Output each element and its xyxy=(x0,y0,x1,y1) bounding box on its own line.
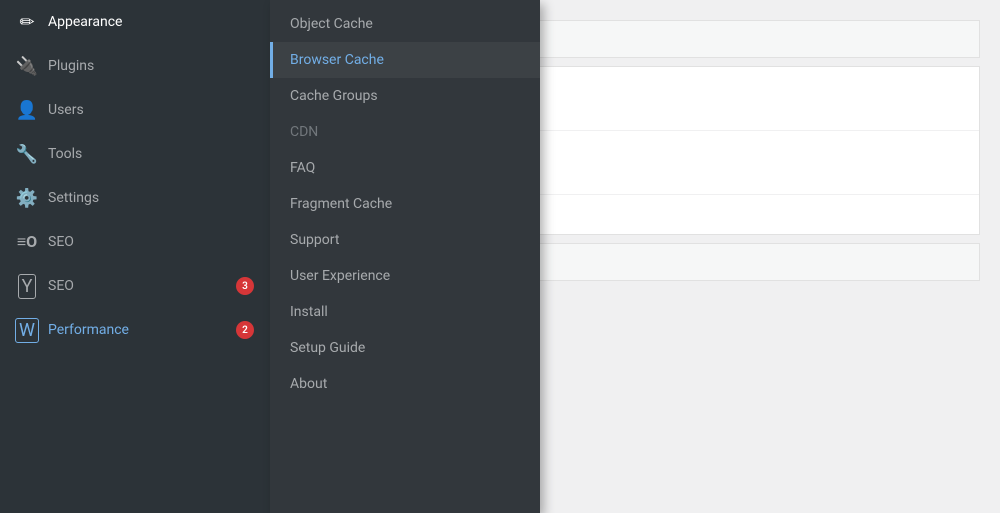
install-label: Install xyxy=(290,304,328,320)
about-label: About xyxy=(290,376,327,392)
plugins-label: Plugins xyxy=(48,58,254,74)
performance-icon-wrap: W xyxy=(16,319,38,341)
support-label: Support xyxy=(290,232,339,248)
dropdown-item-object-cache[interactable]: Object Cache xyxy=(270,6,540,42)
appearance-icon-wrap: ✏ xyxy=(16,11,38,33)
setup-guide-label: Setup Guide xyxy=(290,340,365,356)
dropdown-item-faq[interactable]: FAQ xyxy=(270,150,540,186)
dropdown-item-cache-groups[interactable]: Cache Groups xyxy=(270,78,540,114)
seo2-icon: Y xyxy=(18,274,37,299)
seo-label: SEO xyxy=(48,234,254,250)
seo2-icon-wrap: Y xyxy=(16,275,38,297)
appearance-icon: ✏ xyxy=(19,12,34,33)
performance-label: Performance xyxy=(48,322,226,338)
seo-icon: ≡O xyxy=(17,232,37,252)
fragment-cache-label: Fragment Cache xyxy=(290,196,392,212)
sidebar-item-performance[interactable]: W Performance 2 xyxy=(0,308,270,352)
users-icon: 👤 xyxy=(16,100,38,121)
performance-icon: W xyxy=(15,318,39,343)
settings-label: Settings xyxy=(48,190,254,206)
faq-label: FAQ xyxy=(290,160,315,176)
tools-icon-wrap: 🔧 xyxy=(16,143,38,165)
performance-badge: 2 xyxy=(236,321,254,339)
seo-icon-wrap: ≡O xyxy=(16,231,38,253)
sidebar-item-tools[interactable]: 🔧 Tools xyxy=(0,132,270,176)
dropdown-item-fragment-cache[interactable]: Fragment Cache xyxy=(270,186,540,222)
plugins-icon-wrap: 🔌 xyxy=(16,55,38,77)
browser-cache-label: Browser Cache xyxy=(290,52,384,68)
settings-icon-wrap: ⚙️ xyxy=(16,187,38,209)
sidebar: ✏ Appearance 🔌 Plugins 👤 Users 🔧 Tools ⚙… xyxy=(0,0,270,513)
submenu-dropdown: Object Cache Browser Cache Cache Groups CDN… xyxy=(270,0,540,513)
tools-icon: 🔧 xyxy=(16,144,38,165)
object-cache-label: Object Cache xyxy=(290,16,373,32)
sidebar-item-users[interactable]: 👤 Users xyxy=(0,88,270,132)
cache-groups-label: Cache Groups xyxy=(290,88,378,104)
dropdown-item-browser-cache[interactable]: Browser Cache xyxy=(270,42,540,78)
user-experience-label: User Experience xyxy=(290,268,390,284)
dropdown-item-cdn[interactable]: CDN xyxy=(270,114,540,150)
users-label: Users xyxy=(48,102,254,118)
sidebar-item-seo[interactable]: ≡O SEO xyxy=(0,220,270,264)
tools-label: Tools xyxy=(48,146,254,162)
users-icon-wrap: 👤 xyxy=(16,99,38,121)
dropdown-item-support[interactable]: Support xyxy=(270,222,540,258)
seo2-badge: 3 xyxy=(236,277,254,295)
settings-icon: ⚙️ xyxy=(16,188,38,209)
sidebar-item-appearance[interactable]: ✏ Appearance xyxy=(0,0,270,44)
appearance-label: Appearance xyxy=(48,14,254,30)
dropdown-item-install[interactable]: Install xyxy=(270,294,540,330)
plugins-icon: 🔌 xyxy=(16,56,38,77)
dropdown-item-user-experience[interactable]: User Experience xyxy=(270,258,540,294)
sidebar-item-seo2[interactable]: Y SEO 3 xyxy=(0,264,270,308)
dropdown-item-setup-guide[interactable]: Setup Guide xyxy=(270,330,540,366)
dropdown-item-about[interactable]: About xyxy=(270,366,540,402)
cdn-label: CDN xyxy=(290,124,318,140)
sidebar-item-plugins[interactable]: 🔌 Plugins xyxy=(0,44,270,88)
sidebar-item-settings[interactable]: ⚙️ Settings xyxy=(0,176,270,220)
seo2-label: SEO xyxy=(48,278,226,294)
